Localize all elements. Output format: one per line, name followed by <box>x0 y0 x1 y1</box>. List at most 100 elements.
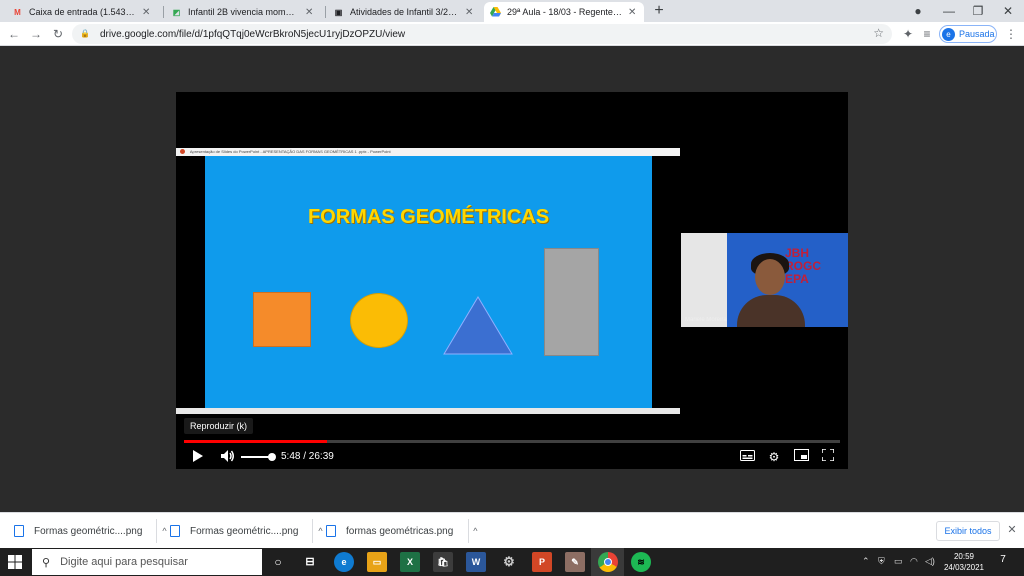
powerpoint-icon <box>180 149 185 155</box>
download-item[interactable]: formas geométricas.png ^ <box>326 513 478 549</box>
tab-gmail[interactable]: M Caixa de entrada (1.543) - piresm ✕ <box>6 2 158 22</box>
play-tooltip: Reproduzir (k) <box>184 418 254 434</box>
window-close-icon[interactable]: ✕ <box>1000 3 1016 19</box>
volume-button[interactable] <box>219 449 235 465</box>
tab-drive[interactable]: 29ª Aula - 18/03 - Regente e Edu ✕ <box>484 2 644 22</box>
folder-icon[interactable]: ▭ <box>367 552 387 572</box>
play-button[interactable] <box>190 449 206 465</box>
edge-icon[interactable]: e <box>334 552 354 572</box>
bookmark-star-icon[interactable]: ☆ <box>873 26 884 40</box>
video-player[interactable]: Apresentação de Slides do PowerPoint - A… <box>176 92 848 469</box>
chevron-up-icon[interactable]: ^ <box>162 526 166 536</box>
tab-search-icon[interactable]: ● <box>910 3 926 19</box>
tray-chevron-icon[interactable]: ⌃ <box>862 556 870 567</box>
tab-title: Atividades de Infantil 3/2021 <box>350 7 459 17</box>
webcam-letters-line: EPA <box>785 272 809 286</box>
excel-icon[interactable]: X <box>400 552 420 572</box>
notification-center-icon[interactable]: 7 <box>995 554 1011 570</box>
url-text[interactable]: drive.google.com/file/d/1pfqQTqj0eWcrBkr… <box>100 29 405 40</box>
play-icon <box>193 450 203 462</box>
download-item[interactable]: Formas geométric....png ^ <box>170 513 323 549</box>
volume-icon <box>220 450 234 462</box>
miniplayer-button[interactable] <box>793 449 809 465</box>
drive-icon <box>490 7 501 18</box>
paint-icon[interactable]: ✎ <box>565 552 585 572</box>
task-view-icon[interactable]: ⊟ <box>300 552 320 572</box>
close-icon[interactable]: ✕ <box>465 7 475 18</box>
minimize-icon[interactable]: — <box>941 3 957 19</box>
fullscreen-button[interactable] <box>820 448 836 465</box>
volume-knob[interactable] <box>268 453 276 461</box>
tab-title: 29ª Aula - 18/03 - Regente e Edu <box>507 7 622 17</box>
downloads-bar: Formas geométric....png ^ Formas geométr… <box>0 512 1024 548</box>
triangle-shape <box>443 296 513 355</box>
close-icon[interactable]: ✕ <box>305 7 315 18</box>
wifi-icon[interactable]: ◠ <box>910 556 918 567</box>
gear-icon: ⚙ <box>768 450 780 464</box>
close-icon[interactable]: ✕ <box>142 7 152 18</box>
taskbar-search-placeholder: Digite aqui para pesquisar <box>60 556 188 568</box>
download-item[interactable]: Formas geométric....png ^ <box>14 513 167 549</box>
settings-app-icon[interactable]: ⚙ <box>499 552 519 572</box>
reading-list-icon[interactable]: ≡ <box>919 26 935 42</box>
webcam-wall <box>681 233 727 327</box>
file-icon <box>326 525 336 537</box>
spotify-icon[interactable]: ≋ <box>631 552 651 572</box>
profile-status: Pausada <box>959 29 995 39</box>
slide-window-title: Apresentação de Slides do PowerPoint - A… <box>189 149 391 154</box>
show-all-button[interactable]: Exibir todos <box>936 521 1000 541</box>
tab-title: Caixa de entrada (1.543) - piresm <box>29 7 136 17</box>
fullscreen-icon <box>821 448 835 462</box>
tab-strip: M Caixa de entrada (1.543) - piresm ✕ ◩ … <box>0 0 1024 22</box>
menu-icon[interactable]: ⋮ <box>1003 26 1019 42</box>
chevron-up-icon[interactable]: ^ <box>318 526 322 536</box>
search-icon: ⚲ <box>42 556 51 569</box>
webcam-overlay: JBH ROGC EPA Mariele Moreira <box>681 233 848 327</box>
image-icon: ◩ <box>172 7 181 17</box>
settings-button[interactable]: ⚙ <box>766 449 782 465</box>
back-icon[interactable]: ← <box>6 26 22 42</box>
progress-bar[interactable] <box>184 440 840 443</box>
tab-separator <box>163 6 164 18</box>
close-icon[interactable]: ✕ <box>1006 523 1018 537</box>
webcam-letters: JBH ROGC EPA <box>785 247 821 286</box>
tab-separator <box>325 6 326 18</box>
extensions-icon[interactable]: ✦ <box>900 26 916 42</box>
download-separator <box>156 519 157 543</box>
address-bar[interactable]: 🔒 drive.google.com/file/d/1pfqQTqj0eWcrB… <box>72 24 892 44</box>
reload-icon[interactable]: ↻ <box>50 26 66 42</box>
tab-image[interactable]: ◩ Infantil 2B vivencia momentos fe ✕ <box>165 2 321 22</box>
battery-icon[interactable]: ▭ <box>894 556 903 567</box>
defender-icon[interactable]: ⛨ <box>878 556 885 567</box>
progress-fill <box>184 440 327 443</box>
close-icon[interactable]: ✕ <box>628 7 638 18</box>
download-separator <box>468 519 469 543</box>
chevron-up-icon[interactable]: ^ <box>473 526 477 536</box>
powerpoint-app-icon[interactable]: P <box>532 552 552 572</box>
circle-shape <box>350 293 408 348</box>
tab-title: Infantil 2B vivencia momentos fe <box>188 7 299 17</box>
word-icon[interactable]: W <box>466 552 486 572</box>
slide-status-bar <box>176 408 680 414</box>
download-filename: formas geométricas.png <box>346 525 454 537</box>
download-filename: Formas geométric....png <box>190 525 299 537</box>
clock-time: 20:59 <box>953 552 975 561</box>
windows-start-icon[interactable] <box>8 555 22 569</box>
profile-button[interactable]: e Pausada <box>939 25 997 43</box>
square-shape <box>253 292 311 347</box>
tab-classroom[interactable]: ▣ Atividades de Infantil 3/2021 ✕ <box>327 2 481 22</box>
taskbar-clock[interactable]: 20:59 24/03/2021 <box>942 551 986 573</box>
forward-icon[interactable]: → <box>28 26 44 42</box>
restore-icon[interactable]: ❐ <box>970 3 986 19</box>
speaker-icon[interactable]: ◁) <box>925 556 935 567</box>
slide: FORMAS GEOMÉTRICAS <box>205 156 652 408</box>
chrome-icon[interactable] <box>598 552 618 572</box>
taskbar-search[interactable]: ⚲ Digite aqui para pesquisar <box>32 549 262 575</box>
subtitles-button[interactable] <box>739 449 755 465</box>
file-icon <box>14 525 24 537</box>
cortana-icon[interactable]: ○ <box>268 552 288 572</box>
store-icon[interactable]: 🛍 <box>433 552 453 572</box>
new-tab-button[interactable]: + <box>651 3 667 19</box>
gmail-icon: M <box>14 7 21 17</box>
player-controls: 5:48 / 26:39 ⚙ <box>176 444 848 469</box>
